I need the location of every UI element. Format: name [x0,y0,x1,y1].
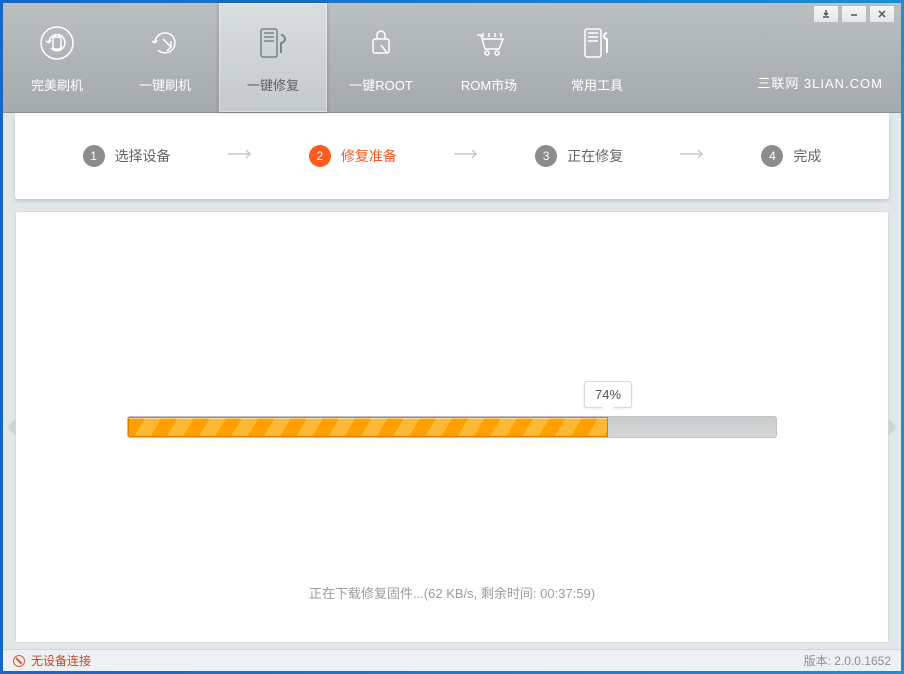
step-bar: 1 选择设备 2 修复准备 3 正在修复 4 完成 [15,113,889,199]
tool-one-key-repair[interactable]: 一键修复 [219,3,327,112]
minimize-button[interactable] [841,5,867,23]
tool-perfect-flash[interactable]: 完美刷机 [3,3,111,112]
device-status: 无设备连接 [13,652,91,669]
step-number: 4 [761,145,783,167]
step-repair-prepare: 2 修复准备 [309,145,397,167]
tool-common-tools[interactable]: 常用工具 [543,3,651,112]
progress-bar [127,416,777,438]
content-panel: 74% 正在下载修复固件...(62 KB/s, 剩余时间: 00:37:59) [15,211,889,643]
brand-watermark: 三联网 3LIAN.COM [757,73,883,92]
tool-label: 一键刷机 [139,75,191,94]
step-arrow-icon [226,147,254,165]
cart-icon [467,21,511,65]
tool-label: 一键ROOT [349,75,413,94]
android-refresh-icon [35,21,79,65]
download-status-text: 正在下载修复固件...(62 KB/s, 剩余时间: 00:37:59) [309,583,595,602]
step-arrow-icon [452,147,480,165]
step-label: 完成 [793,146,821,166]
main-toolbar: 完美刷机 一键刷机 一键修复 一键ROOT ROM市场 [3,3,901,113]
tool-label: 常用工具 [571,75,623,94]
step-number: 2 [309,145,331,167]
status-bar: 无设备连接 版本: 2.0.0.1652 [3,649,901,671]
tool-label: 完美刷机 [31,75,83,94]
close-button[interactable] [869,5,895,23]
tool-rom-market[interactable]: ROM市场 [435,3,543,112]
step-select-device: 1 选择设备 [83,145,171,167]
device-status-text: 无设备连接 [31,652,91,669]
step-label: 选择设备 [115,146,171,166]
step-label: 正在修复 [567,146,623,166]
step-complete: 4 完成 [761,145,821,167]
pin-icon [821,9,831,19]
lock-touch-icon [359,21,403,65]
tool-label: ROM市场 [461,75,517,94]
phone-wrench-icon [251,21,295,65]
app-window: 完美刷机 一键刷机 一键修复 一键ROOT ROM市场 [3,3,901,671]
progress-tooltip: 74% [584,381,632,408]
touch-refresh-icon [143,21,187,65]
step-label: 修复准备 [341,146,397,166]
minimize-icon [849,9,859,19]
step-repairing: 3 正在修复 [535,145,623,167]
tool-label: 一键修复 [247,75,299,94]
window-controls [813,5,895,23]
tool-one-key-flash[interactable]: 一键刷机 [111,3,219,112]
pin-button[interactable] [813,5,839,23]
progress-fill [128,417,608,437]
close-icon [877,9,887,19]
version-label: 版本: 2.0.0.1652 [804,652,891,669]
tool-one-key-root[interactable]: 一键ROOT [327,3,435,112]
progress-wrap: 74% [127,416,777,438]
step-number: 1 [83,145,105,167]
phone-tool-icon [575,21,619,65]
no-device-icon [13,655,25,667]
step-arrow-icon [678,147,706,165]
step-number: 3 [535,145,557,167]
